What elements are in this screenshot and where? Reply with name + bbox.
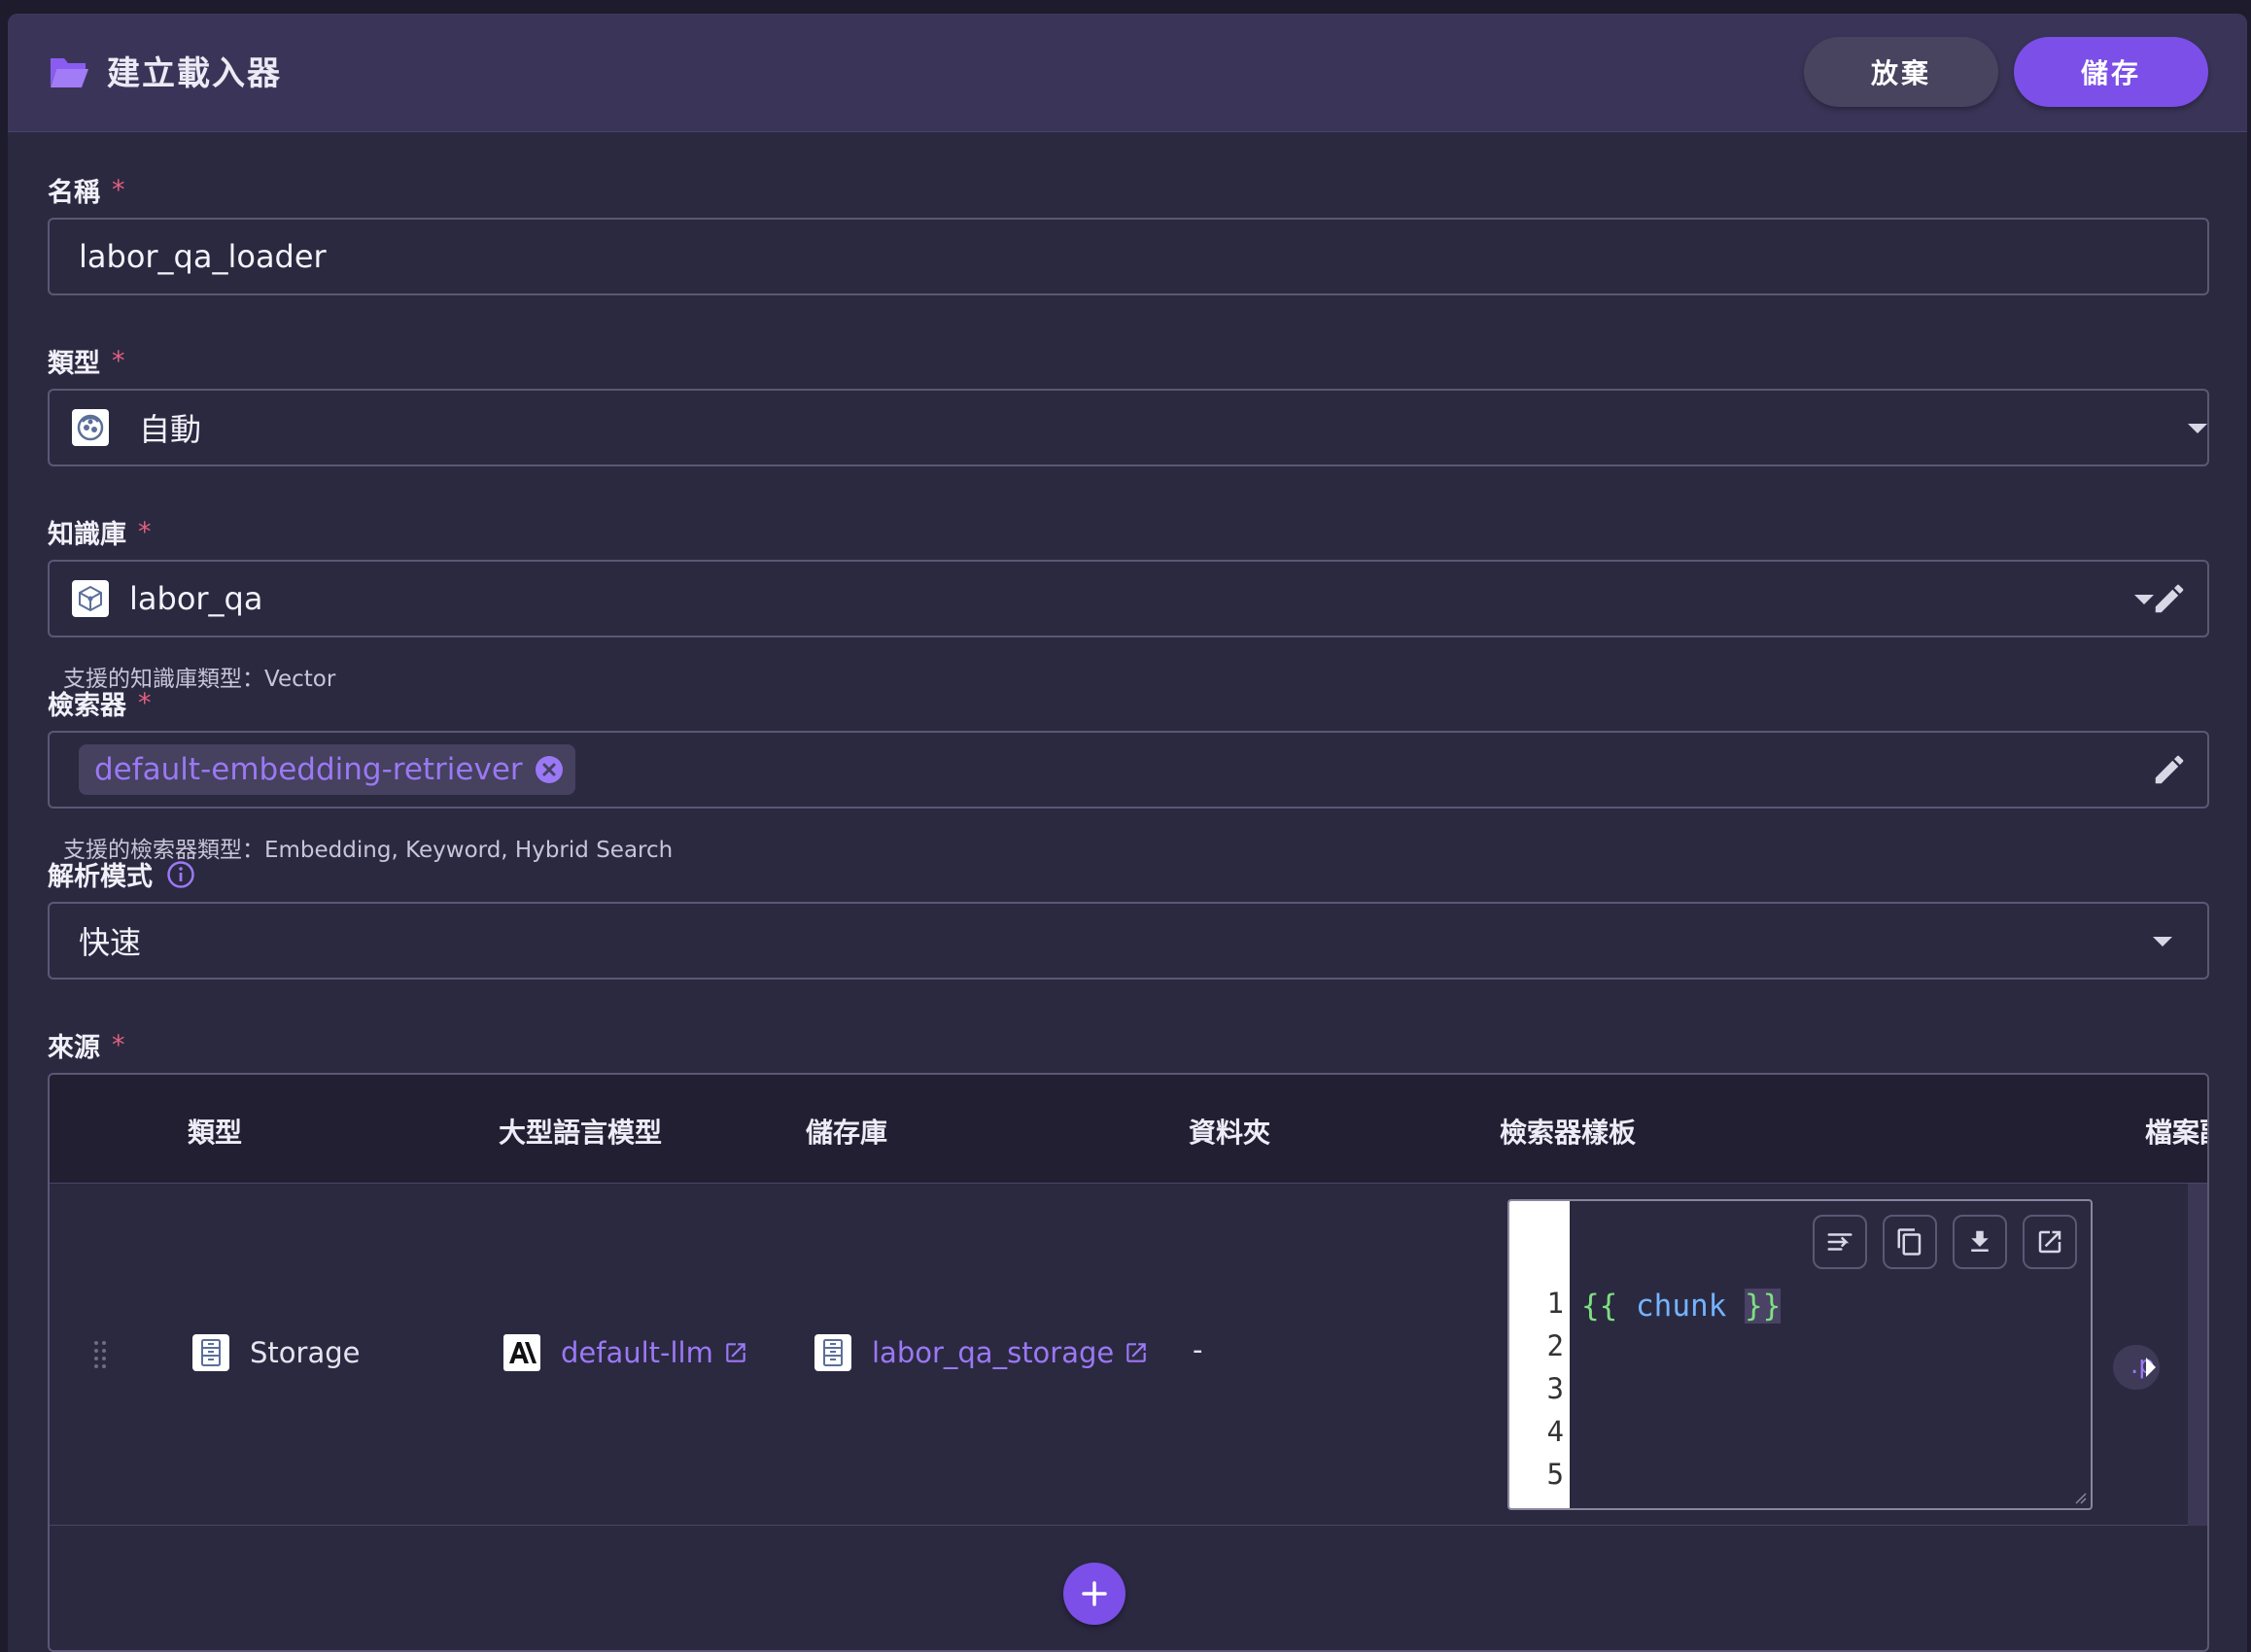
required-mark: *	[112, 346, 125, 376]
anthropic-logo-icon	[503, 1334, 540, 1371]
knowledge-base-label: 知識庫 *	[48, 513, 152, 551]
line-number: 4	[1546, 1415, 1564, 1448]
folder-value: -	[1193, 1333, 1203, 1366]
required-mark: *	[112, 1030, 125, 1060]
llm-cell[interactable]: default-llm	[502, 1333, 748, 1372]
folder-open-icon	[51, 58, 88, 87]
line-number: 3	[1546, 1372, 1564, 1405]
source-label-text: 來源	[48, 1033, 100, 1063]
source-table: 類型 大型語言模型 儲存庫 資料夾 檢索器樣板 檔案副	[48, 1073, 2209, 1652]
column-header-folder[interactable]: 資料夾	[1189, 1112, 1270, 1151]
line-number: 5	[1546, 1458, 1564, 1491]
table-row: Storage default-llm labor_qa_storage - 1…	[50, 1184, 2207, 1526]
chevron-down-icon[interactable]	[2188, 424, 2207, 433]
vector-db-icon	[72, 580, 109, 617]
column-header-llm[interactable]: 大型語言模型	[499, 1112, 662, 1151]
chevron-right-icon[interactable]	[2144, 1358, 2158, 1377]
external-link-icon	[2038, 1230, 2061, 1254]
parse-mode-label: 解析模式	[48, 855, 195, 893]
knowledge-base-label-text: 知識庫	[48, 520, 126, 550]
required-mark: *	[112, 175, 125, 205]
code-line[interactable]: {{ chunk }}	[1581, 1289, 1782, 1324]
wrap-lines-button[interactable]	[1813, 1215, 1867, 1269]
type-label-text: 類型	[48, 349, 100, 379]
type-select-value: 自動	[139, 411, 202, 448]
knowledge-base-select[interactable]: labor_qa	[48, 560, 2209, 637]
code-open-brace: {{	[1581, 1289, 1618, 1324]
open-external-button[interactable]	[2023, 1215, 2077, 1269]
name-field[interactable]: labor_qa_loader	[48, 218, 2209, 295]
type-select[interactable]: 自動	[48, 389, 2209, 466]
extension-chip[interactable]: .p	[2113, 1345, 2160, 1390]
download-icon	[1971, 1230, 1989, 1252]
retriever-chip[interactable]: default-embedding-retriever	[79, 744, 575, 795]
llm-link[interactable]: default-llm	[561, 1336, 713, 1369]
external-link-icon[interactable]	[1124, 1340, 1149, 1365]
column-header-extension[interactable]: 檔案副	[2145, 1112, 2207, 1151]
page-title: 建立載入器	[107, 54, 282, 93]
horizontal-scroll-region[interactable]	[2188, 1184, 2207, 1526]
plus-icon	[1082, 1581, 1107, 1606]
chevron-down-icon[interactable]	[2153, 937, 2172, 946]
table-header: 類型 大型語言模型 儲存庫 資料夾 檢索器樣板 檔案副	[50, 1075, 2207, 1184]
save-button[interactable]: 儲存	[2014, 37, 2208, 107]
column-header-template[interactable]: 檢索器樣板	[1500, 1112, 1636, 1151]
parse-mode-label-text: 解析模式	[48, 862, 153, 892]
line-number: 2	[1546, 1329, 1564, 1362]
required-mark: *	[138, 688, 152, 718]
auto-type-icon	[72, 409, 109, 446]
name-label: 名稱 *	[48, 171, 125, 209]
column-header-type[interactable]: 類型	[188, 1112, 242, 1151]
pencil-icon[interactable]	[2151, 580, 2188, 617]
info-icon[interactable]	[166, 860, 195, 889]
folder-cell: -	[1193, 1333, 1202, 1366]
storage-cell[interactable]: labor_qa_storage	[814, 1333, 1149, 1372]
code-close-brace: }}	[1744, 1289, 1782, 1324]
download-button[interactable]	[1953, 1215, 2007, 1269]
name-input-value[interactable]: labor_qa_loader	[79, 238, 327, 275]
parse-mode-select[interactable]: 快速	[48, 902, 2209, 980]
external-link-icon[interactable]	[723, 1340, 748, 1365]
retriever-label: 檢索器 *	[48, 684, 152, 722]
page-header: 建立載入器 放棄 儲存	[8, 14, 2247, 132]
add-source-button[interactable]	[1063, 1563, 1126, 1625]
code-keyword: chunk	[1617, 1289, 1745, 1324]
copy-icon	[1897, 1228, 1922, 1256]
knowledge-base-value: labor_qa	[129, 580, 263, 617]
storage-link[interactable]: labor_qa_storage	[872, 1336, 1114, 1369]
required-mark: *	[138, 517, 152, 547]
source-type-value: Storage	[250, 1336, 361, 1369]
storage-icon	[814, 1334, 851, 1371]
pencil-icon[interactable]	[2151, 751, 2188, 788]
line-number: 1	[1546, 1287, 1564, 1320]
source-label: 來源 *	[48, 1026, 125, 1064]
discard-button[interactable]: 放棄	[1804, 37, 1998, 107]
template-code-editor[interactable]: 1 2 3 4 5 {{ chunk }}	[1507, 1199, 2093, 1510]
storage-icon	[192, 1334, 229, 1371]
type-label: 類型 *	[48, 342, 125, 380]
loader-editor: 建立載入器 放棄 儲存 名稱 * labor_qa_loader 類型 * 自動…	[8, 14, 2247, 1652]
wrap-lines-icon	[1827, 1233, 1853, 1251]
remove-chip-icon[interactable]	[535, 755, 564, 784]
copy-button[interactable]	[1883, 1215, 1937, 1269]
name-label-text: 名稱	[48, 178, 100, 208]
resize-handle-icon[interactable]	[2073, 1491, 2087, 1504]
retriever-label-text: 檢索器	[48, 691, 126, 721]
column-header-storage[interactable]: 儲存庫	[806, 1112, 887, 1151]
drag-handle-icon[interactable]	[92, 1339, 108, 1370]
retriever-chip-label: default-embedding-retriever	[94, 752, 523, 787]
line-number-gutter: 1 2 3 4 5	[1509, 1201, 1570, 1508]
parse-mode-value: 快速	[79, 924, 142, 961]
source-type-cell: Storage	[191, 1333, 360, 1372]
retriever-select[interactable]: default-embedding-retriever	[48, 731, 2209, 809]
